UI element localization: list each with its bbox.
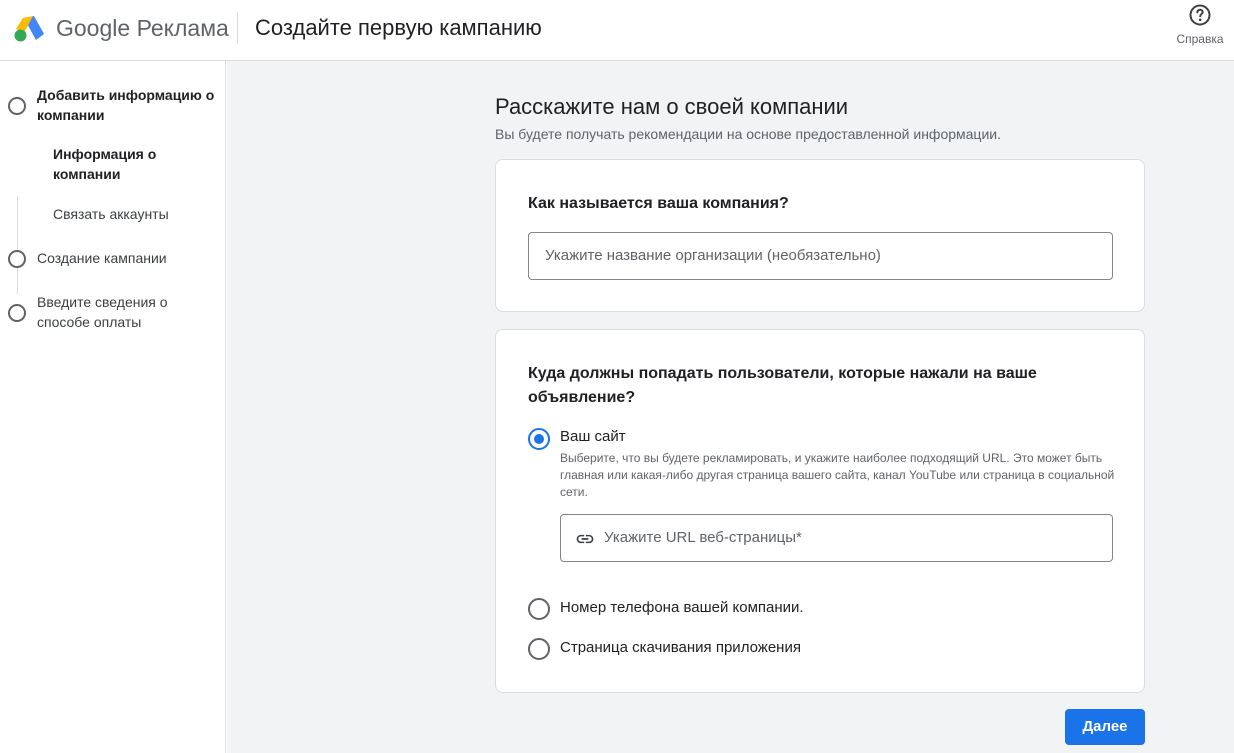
substep-company-info[interactable]: Информация о компании [53,144,213,184]
step-company-info[interactable]: Добавить информацию о компании [0,85,226,129]
company-name-placeholder: Укажите название организации (необязател… [545,247,881,264]
website-option-description: Выберите, что вы будете рекламировать, и… [560,451,1115,499]
section-subtitle: Вы будете получать рекомендации на основ… [495,126,1001,142]
radio-label: Номер телефона вашей компании. [560,599,804,616]
step-label: Создание кампании [37,250,167,266]
radio-option-phone[interactable]: Номер телефона вашей компании. [528,597,848,621]
main-content: Расскажите нам о своей компании Вы будет… [227,61,1234,753]
step-payment[interactable]: Введите сведения о способе оплаты [0,292,226,334]
brand-name: Google Реклама [56,15,229,42]
destination-card: Куда должны попадать пользователи, котор… [495,329,1145,693]
help-button[interactable]: Справка [1172,3,1228,46]
company-name-input[interactable]: Укажите название организации (необязател… [528,232,1113,280]
step-create-campaign[interactable]: Создание кампании [0,248,226,270]
section-title: Расскажите нам о своей компании [495,94,849,119]
brand-google: Google [56,15,131,41]
next-button[interactable]: Далее [1065,709,1145,745]
substep-link-accounts[interactable]: Связать аккаунты [53,204,213,224]
step-label: Введите сведения о способе оплаты [37,294,168,330]
google-ads-logo[interactable] [13,13,45,43]
radio-label: Страница скачивания приложения [560,639,801,656]
radio-unchecked-icon[interactable] [528,638,550,660]
radio-option-app[interactable]: Страница скачивания приложения [528,637,848,661]
top-bar: Google Реклама Создайте первую кампанию … [0,0,1234,61]
step-circle-icon [8,97,26,115]
brand-product: Реклама [136,15,229,41]
destination-question: Куда должны попадать пользователи, котор… [528,365,1037,406]
step-circle-icon [8,304,26,322]
step-label: Добавить информацию о компании [37,87,215,123]
step-circle-icon [8,250,26,268]
company-name-question: Как называется ваша компания? [528,195,789,212]
link-icon [576,534,594,544]
company-name-card: Как называется ваша компания? Укажите на… [495,159,1145,312]
page-title: Создайте первую кампанию [255,15,542,40]
help-icon [1189,4,1211,26]
radio-checked-icon[interactable] [528,428,550,450]
radio-unchecked-icon[interactable] [528,598,550,620]
url-input[interactable]: Укажите URL веб-страницы* [560,514,1113,562]
substep-line [17,196,18,294]
radio-label: Ваш сайт [560,428,626,445]
url-placeholder: Укажите URL веб-страницы* [604,529,802,546]
stepper-sidebar: Добавить информацию о компании Информаци… [0,61,226,753]
help-label: Справка [1176,32,1224,46]
radio-option-website[interactable]: Ваш сайт [528,427,828,451]
header-divider [237,12,238,44]
